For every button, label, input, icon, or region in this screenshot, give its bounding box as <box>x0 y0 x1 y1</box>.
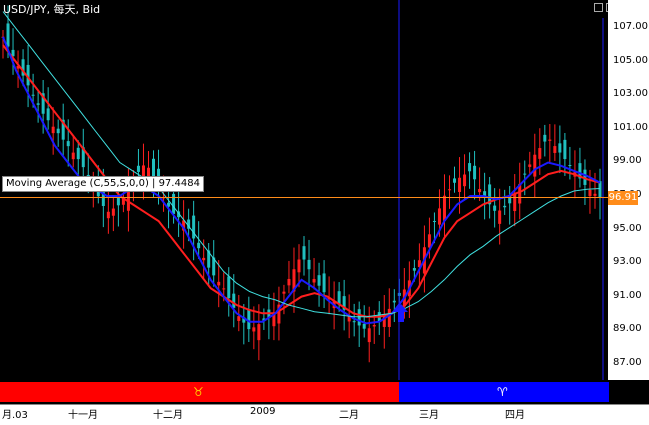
candle-body <box>106 211 110 219</box>
candle-body <box>192 215 196 239</box>
candle-body <box>197 242 201 249</box>
candle-body <box>317 275 321 286</box>
candle-body <box>322 273 326 293</box>
candle-body <box>468 163 472 172</box>
bear-icon: ♈ <box>497 385 508 399</box>
candle-body <box>282 291 286 294</box>
time-tick-label: 十二月 <box>153 410 183 421</box>
candle-body <box>523 173 527 175</box>
candle-body <box>152 158 156 178</box>
price-tick-label: 101.00 <box>613 121 648 133</box>
indicator-tooltip: Moving Average (C,55,S,0,0) | 97.4484 <box>2 176 204 192</box>
time-tick-label: 四月 <box>505 410 525 421</box>
candle-body <box>71 152 75 160</box>
candle-body <box>593 193 597 196</box>
candle-body <box>36 103 40 105</box>
candle-body <box>297 259 301 273</box>
candle-body <box>76 147 80 160</box>
price-tick-label: 99.00 <box>613 155 642 167</box>
time-tick-label: 十一月 <box>68 410 98 421</box>
candle-body <box>172 193 176 214</box>
candle-body <box>442 195 446 221</box>
price-tick-label: 107.00 <box>613 21 648 33</box>
candle-body <box>553 146 557 153</box>
candle-body <box>538 148 542 159</box>
candle-body <box>412 268 416 271</box>
time-tick-label: 二月 <box>339 410 359 421</box>
bull-icon: ♉ <box>193 385 204 399</box>
candle-body <box>337 291 341 305</box>
time-tick-label: 三月 <box>419 410 439 421</box>
candle-body <box>548 139 552 141</box>
candle-body <box>287 278 291 286</box>
candle-body <box>202 257 206 261</box>
time-tick-label: 月.03 <box>2 410 28 421</box>
candle-body <box>352 321 356 323</box>
candle-body <box>56 128 60 134</box>
candle-body <box>598 181 602 198</box>
candle-body <box>66 141 70 147</box>
candle-body <box>362 323 366 329</box>
candle-body <box>222 288 226 290</box>
price-tick-label: 105.00 <box>613 54 648 66</box>
candle-body <box>372 325 376 327</box>
candle-body <box>302 246 306 260</box>
candle-body <box>307 259 311 270</box>
price-tick-label: 89.00 <box>613 323 642 335</box>
candle-body <box>237 316 241 321</box>
candle-body <box>312 278 316 283</box>
candle-body <box>247 309 251 330</box>
candle-body <box>463 174 467 187</box>
candle-body <box>558 143 562 153</box>
candle-body <box>493 205 497 211</box>
candle-body <box>252 327 256 332</box>
time-tick-label: 2009 <box>250 406 276 417</box>
candle-body <box>257 324 261 341</box>
candle-body <box>528 164 532 167</box>
price-tick-label: 93.00 <box>613 256 642 268</box>
candle-body <box>478 189 482 193</box>
candle-body <box>533 154 537 177</box>
candle-body <box>437 208 441 225</box>
candle-body <box>513 193 517 212</box>
price-tick-label: 87.00 <box>613 356 642 368</box>
candle-body <box>588 189 592 197</box>
candle-body <box>498 210 502 224</box>
candle-body <box>458 177 462 193</box>
candle-body <box>543 134 547 142</box>
candle-body <box>563 139 567 160</box>
chart-window: USD/JPY, 每天, Bid 107.00 105.00 103.00 101.0… <box>0 0 649 425</box>
candle-body <box>6 23 10 47</box>
candle-body <box>392 300 396 303</box>
candle-body <box>51 126 55 134</box>
candle-body <box>136 165 140 172</box>
candle-body <box>473 165 477 180</box>
candle-body <box>31 94 35 96</box>
candle-body <box>367 328 371 343</box>
candle-body <box>232 293 236 308</box>
minimize-icon[interactable] <box>594 3 603 12</box>
candle-body <box>387 308 391 327</box>
current-price-label: 96.91 <box>608 190 638 205</box>
candle-body <box>503 205 507 208</box>
candle-body <box>217 281 221 286</box>
price-tick-label: 91.00 <box>613 289 642 301</box>
price-chart[interactable] <box>0 0 649 424</box>
candle-body <box>447 189 451 191</box>
candle-body <box>227 276 231 299</box>
price-tick-label: 95.00 <box>613 222 642 234</box>
price-tick-label: 103.00 <box>613 88 648 100</box>
candle-body <box>453 178 457 183</box>
candle-body <box>111 208 115 216</box>
candle-body <box>427 234 431 248</box>
candle-body <box>46 108 50 121</box>
chart-title: USD/JPY, 每天, Bid <box>3 3 101 16</box>
candle-body <box>568 165 572 167</box>
candle-body <box>357 309 361 326</box>
candle-body <box>432 220 436 222</box>
